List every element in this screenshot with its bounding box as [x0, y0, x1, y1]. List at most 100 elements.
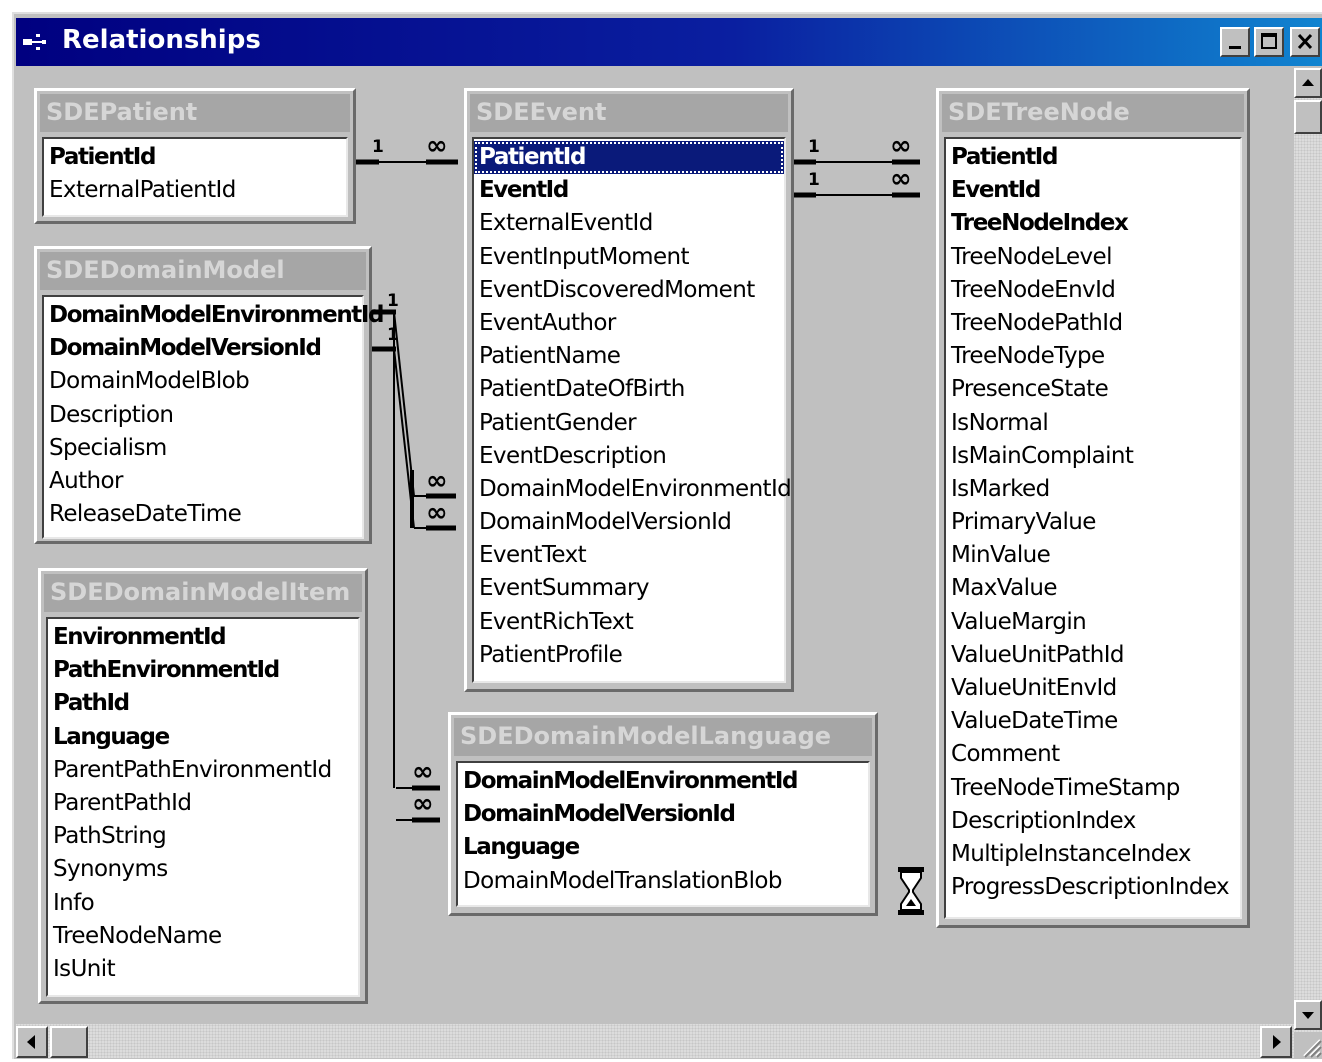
- field-list[interactable]: EnvironmentId PathEnvironmentId PathId Lang…: [46, 617, 360, 997]
- field-item[interactable]: Language: [458, 831, 868, 864]
- field-item[interactable]: EventText: [474, 539, 784, 572]
- field-item[interactable]: ParentPathId: [48, 787, 358, 820]
- field-item[interactable]: PatientDateOfBirth: [474, 373, 784, 406]
- field-item[interactable]: PrimaryValue: [946, 506, 1240, 539]
- field-item[interactable]: TreeNodePathId: [946, 307, 1240, 340]
- title-bar[interactable]: Relationships: [16, 18, 1322, 66]
- field-item[interactable]: IsNormal: [946, 407, 1240, 440]
- field-item[interactable]: MaxValue: [946, 572, 1240, 605]
- field-item[interactable]: TreeNodeTimeStamp: [946, 772, 1240, 805]
- field-item[interactable]: PatientId: [44, 141, 346, 174]
- field-item[interactable]: EventRichText: [474, 606, 784, 639]
- field-list[interactable]: PatientId ExternalPatientId: [42, 137, 348, 217]
- field-item[interactable]: ValueUnitPathId: [946, 639, 1240, 672]
- field-item[interactable]: PatientGender: [474, 407, 784, 440]
- field-item[interactable]: EnvironmentId: [48, 621, 358, 654]
- field-item[interactable]: DomainModelEnvironmentId: [474, 473, 792, 506]
- field-item[interactable]: ProgressDescriptionIndex: [946, 871, 1240, 904]
- field-item[interactable]: PathString: [48, 820, 358, 853]
- field-item[interactable]: EventAuthor: [474, 307, 784, 340]
- field-item[interactable]: Synonyms: [48, 853, 358, 886]
- table-sdedomainmodellanguage[interactable]: SDEDomainModelLanguage DomainModelEnviro…: [448, 712, 878, 916]
- field-item[interactable]: PathId: [48, 687, 358, 720]
- field-item[interactable]: EventDescription: [474, 440, 784, 473]
- field-item[interactable]: DomainModelVersionId: [44, 332, 362, 365]
- table-title-bar[interactable]: SDETreeNode: [942, 94, 1244, 132]
- field-item[interactable]: ExternalEventId: [474, 207, 784, 240]
- table-title-bar[interactable]: SDEDomainModel: [40, 252, 366, 290]
- field-item[interactable]: ReleaseDateTime: [44, 498, 362, 531]
- field-item[interactable]: EventId: [474, 174, 784, 207]
- field-item[interactable]: EventId: [946, 174, 1240, 207]
- table-title-bar[interactable]: SDEDomainModelLanguage: [454, 718, 872, 756]
- field-list[interactable]: DomainModelEnvironmentId DomainModelVersi…: [42, 295, 385, 539]
- table-title-bar[interactable]: SDEPatient: [40, 94, 350, 132]
- maximize-button[interactable]: [1254, 27, 1284, 57]
- vertical-scrollbar[interactable]: [1294, 68, 1322, 1032]
- field-item[interactable]: PresenceState: [946, 373, 1240, 406]
- field-item[interactable]: PathEnvironmentId: [48, 654, 358, 687]
- field-item[interactable]: Comment: [946, 738, 1240, 771]
- field-item[interactable]: DomainModelTranslationBlob: [458, 865, 868, 898]
- table-title-bar[interactable]: SDEEvent: [470, 94, 788, 132]
- field-item[interactable]: IsMainComplaint: [946, 440, 1240, 473]
- field-item[interactable]: Description: [44, 399, 362, 432]
- field-item[interactable]: DomainModelEnvironmentId: [458, 765, 868, 798]
- field-item[interactable]: PatientId: [474, 141, 784, 175]
- field-item[interactable]: IsMarked: [946, 473, 1240, 506]
- field-item[interactable]: Author: [44, 465, 362, 498]
- field-list[interactable]: DomainModelEnvironmentId DomainModelVersi…: [456, 761, 870, 907]
- scroll-right-button[interactable]: [1260, 1026, 1292, 1058]
- field-list[interactable]: PatientId EventId ExternalEventId EventInpu…: [472, 137, 792, 683]
- field-item[interactable]: ValueMargin: [946, 606, 1240, 639]
- table-title-bar[interactable]: SDEDomainModelItem: [44, 574, 362, 612]
- relationships-window: Relationships 1 ∞ 1 ∞ 1 ∞ 1 1 ∞ ∞ ∞ ∞ SD…: [12, 12, 1322, 1059]
- field-item[interactable]: Info: [48, 887, 358, 920]
- field-item[interactable]: ParentPathEnvironmentId: [48, 754, 358, 787]
- minimize-button[interactable]: [1220, 27, 1250, 57]
- scroll-left-button[interactable]: [16, 1026, 48, 1058]
- size-grip[interactable]: [1294, 1032, 1322, 1058]
- field-item[interactable]: TreeNodeEnvId: [946, 274, 1240, 307]
- field-item[interactable]: EventDiscoveredMoment: [474, 274, 784, 307]
- field-item[interactable]: DomainModelBlob: [44, 365, 362, 398]
- field-item[interactable]: PatientProfile: [474, 639, 784, 672]
- relationship-one-label: 1: [372, 137, 384, 157]
- field-item[interactable]: DescriptionIndex: [946, 805, 1240, 838]
- horizontal-scrollbar[interactable]: [16, 1024, 1294, 1058]
- relationships-icon[interactable]: [22, 32, 52, 52]
- field-list[interactable]: PatientId EventId TreeNodeIndex TreeNodeLev…: [944, 137, 1242, 919]
- field-item[interactable]: PatientId: [946, 141, 1240, 174]
- field-item[interactable]: ValueUnitEnvId: [946, 672, 1240, 705]
- field-item[interactable]: ExternalPatientId: [44, 174, 346, 207]
- field-item[interactable]: TreeNodeType: [946, 340, 1240, 373]
- field-item[interactable]: Language: [48, 721, 358, 754]
- field-item[interactable]: ValueDateTime: [946, 705, 1240, 738]
- table-sdepatient[interactable]: SDEPatient PatientId ExternalPatientId: [34, 88, 356, 224]
- field-item[interactable]: DomainModelEnvironmentId: [44, 299, 385, 332]
- field-item[interactable]: IsUnit: [48, 953, 358, 986]
- hscroll-thumb[interactable]: [50, 1026, 88, 1058]
- scroll-up-button[interactable]: [1294, 68, 1322, 98]
- field-item[interactable]: DomainModelVersionId: [458, 798, 868, 831]
- relationships-canvas[interactable]: 1 ∞ 1 ∞ 1 ∞ 1 1 ∞ ∞ ∞ ∞ SDEPatient Patie…: [16, 68, 1292, 1023]
- scroll-down-button[interactable]: [1294, 1000, 1322, 1030]
- field-item[interactable]: TreeNodeIndex: [946, 207, 1240, 240]
- field-item[interactable]: TreeNodeName: [48, 920, 358, 953]
- field-item[interactable]: EventSummary: [474, 572, 784, 605]
- field-item[interactable]: MinValue: [946, 539, 1240, 572]
- table-sdetreenode[interactable]: SDETreeNode PatientId EventId TreeNodeInde…: [936, 88, 1250, 928]
- scroll-thumb[interactable]: [1294, 100, 1322, 134]
- field-item[interactable]: EventInputMoment: [474, 241, 784, 274]
- close-button[interactable]: [1290, 27, 1320, 57]
- relationship-one-label: 1: [387, 291, 399, 311]
- field-item[interactable]: PatientName: [474, 340, 784, 373]
- field-item[interactable]: MultipleInstanceIndex: [946, 838, 1240, 871]
- field-item[interactable]: Specialism: [44, 432, 362, 465]
- field-item[interactable]: TreeNodeLevel: [946, 241, 1240, 274]
- table-sdedomainmodelitem[interactable]: SDEDomainModelItem EnvironmentId PathEnvi…: [38, 568, 368, 1004]
- field-item[interactable]: DomainModelVersionId: [474, 506, 784, 539]
- hourglass-icon: [898, 867, 924, 915]
- table-sdedomainmodel[interactable]: SDEDomainModel DomainModelEnvironmentId D…: [34, 246, 385, 544]
- table-sdeevent[interactable]: SDEEvent PatientId EventId ExternalEventId…: [464, 88, 794, 692]
